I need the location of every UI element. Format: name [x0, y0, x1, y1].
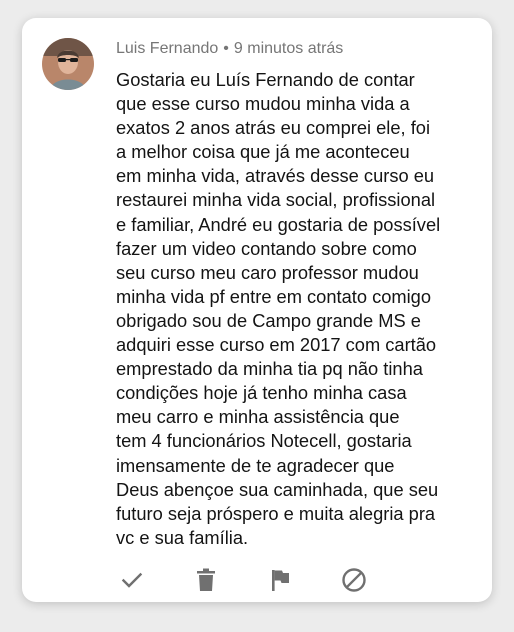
check-icon [121, 572, 143, 588]
avatar-image [42, 38, 94, 90]
comment-timestamp[interactable]: 9 minutos atrás [234, 40, 343, 57]
trash-icon [197, 568, 215, 591]
meta-separator: • [223, 40, 229, 57]
comment-meta: Luis Fernando • 9 minutos atrás [116, 40, 343, 58]
comment-text: Gostaria eu Luís Fernando de contar que … [116, 69, 441, 548]
author-name[interactable]: Luis Fernando [116, 40, 218, 57]
avatar[interactable] [42, 38, 94, 90]
block-button[interactable] [340, 566, 368, 594]
comment-actions [118, 566, 378, 594]
delete-button[interactable] [192, 566, 220, 594]
flag-icon [272, 570, 289, 591]
block-icon [342, 568, 366, 592]
report-button[interactable] [266, 566, 294, 594]
approve-button[interactable] [118, 566, 146, 594]
comment-card: Luis Fernando • 9 minutos atrás Gostaria e… [22, 18, 492, 602]
